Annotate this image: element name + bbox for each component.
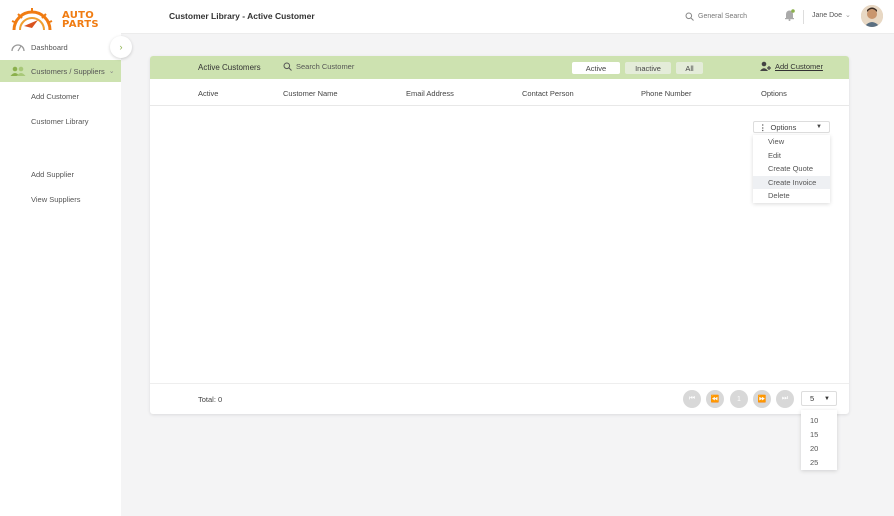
add-customer-label: Add Customer xyxy=(775,62,823,71)
sidebar-item-label: Customers / Suppliers xyxy=(31,66,105,76)
top-header: Customer Library - Active Customer Gener… xyxy=(121,0,894,34)
search-icon xyxy=(283,62,292,71)
column-header-phone[interactable]: Phone Number xyxy=(641,89,691,98)
page-number-button[interactable]: 1 xyxy=(730,390,748,408)
logo-sun-icon xyxy=(11,8,53,31)
last-page-icon: ⏭ xyxy=(781,395,789,402)
page-title: Customer Library - Active Customer xyxy=(169,11,315,21)
toolbar-title: Active Customers xyxy=(198,63,261,72)
menu-item-create-quote[interactable]: Create Quote xyxy=(753,162,830,176)
options-menu: View Edit Create Quote Create Invoice De… xyxy=(753,135,830,203)
sidebar-item-label: Dashboard xyxy=(31,42,68,52)
customer-search-placeholder: Search Customer xyxy=(296,62,355,71)
chevron-down-icon: ▼ xyxy=(816,124,822,130)
chevron-right-icon: › xyxy=(119,42,123,52)
sidebar-subitem-customer-library[interactable]: Customer Library xyxy=(31,117,89,126)
next-page-icon: ⏩ xyxy=(757,396,767,403)
header-divider xyxy=(150,105,849,106)
filter-inactive-button[interactable]: Inactive xyxy=(625,62,671,74)
customer-table-card: Active Customers Search Customer Active … xyxy=(150,56,849,414)
first-page-button[interactable]: ⏮ xyxy=(683,390,701,408)
logo-text: AUTO PARTS xyxy=(62,11,99,30)
menu-item-view[interactable]: View xyxy=(753,135,830,149)
sidebar-toggle-button[interactable]: › xyxy=(110,36,132,58)
column-header-active[interactable]: Active xyxy=(198,89,218,98)
column-header-customer-name[interactable]: Customer Name xyxy=(283,89,338,98)
gauge-icon xyxy=(10,41,26,53)
more-vertical-icon: ⋮ xyxy=(759,122,767,132)
chevron-down-icon: ⌄ xyxy=(108,68,115,75)
page-size-value: 5 xyxy=(810,394,815,403)
chevron-down-icon[interactable]: ⌄ xyxy=(845,11,851,19)
general-search-input[interactable]: General Search xyxy=(685,12,747,21)
table-toolbar: Active Customers Search Customer Active … xyxy=(150,56,849,79)
next-page-button[interactable]: ⏩ xyxy=(753,390,771,408)
options-label: Options xyxy=(770,122,797,132)
add-user-icon xyxy=(760,61,771,71)
avatar[interactable] xyxy=(861,5,883,27)
first-page-icon: ⏮ xyxy=(688,395,696,402)
last-page-button[interactable]: ⏭ xyxy=(776,390,794,408)
options-dropdown-button[interactable]: ⋮ Options ▼ xyxy=(753,121,830,133)
total-count: Total: 0 xyxy=(198,395,223,404)
avatar-image xyxy=(861,5,883,27)
user-name[interactable]: Jane Doe xyxy=(812,12,842,19)
page-size-option[interactable]: 10 xyxy=(801,413,837,427)
column-header-email[interactable]: Email Address xyxy=(406,89,454,98)
prev-page-icon: ⏪ xyxy=(710,396,720,403)
page-size-menu: 10 15 20 25 xyxy=(801,410,837,470)
page-size-select[interactable]: 5 ▼ xyxy=(801,391,837,406)
column-header-contact-person[interactable]: Contact Person xyxy=(522,89,574,98)
column-header-options: Options xyxy=(761,89,787,98)
page-size-option[interactable]: 15 xyxy=(801,427,837,441)
search-icon xyxy=(685,12,694,21)
add-customer-button[interactable]: Add Customer xyxy=(760,61,823,72)
header-divider xyxy=(803,10,804,24)
page-size-option[interactable]: 25 xyxy=(801,455,837,469)
menu-item-create-invoice[interactable]: Create Invoice xyxy=(753,175,830,189)
sidebar-item-dashboard[interactable]: Dashboard xyxy=(0,36,121,58)
bell-icon[interactable] xyxy=(784,9,795,21)
sidebar-item-customers-suppliers[interactable]: Customers / Suppliers ⌄ xyxy=(0,60,121,82)
sidebar-subitem-add-customer[interactable]: Add Customer xyxy=(31,92,79,101)
sidebar-subitem-view-suppliers[interactable]: View Suppliers xyxy=(31,195,80,204)
logo-line-2: PARTS xyxy=(62,19,99,30)
menu-item-delete[interactable]: Delete xyxy=(753,189,830,203)
app-logo[interactable]: AUTO PARTS xyxy=(10,6,110,32)
prev-page-button[interactable]: ⏪ xyxy=(706,390,724,408)
page-size-option[interactable]: 20 xyxy=(801,441,837,455)
footer-divider xyxy=(150,383,849,384)
customer-search-input[interactable]: Search Customer xyxy=(283,62,354,71)
sidebar: AUTO PARTS Dashboard Customers / Supplie… xyxy=(0,0,121,516)
sidebar-subitem-add-supplier[interactable]: Add Supplier xyxy=(31,170,74,179)
filter-all-button[interactable]: All xyxy=(676,62,703,74)
menu-item-edit[interactable]: Edit xyxy=(753,149,830,163)
filter-active-button[interactable]: Active xyxy=(572,62,620,74)
chevron-down-icon: ▼ xyxy=(824,395,830,402)
users-icon xyxy=(10,65,26,77)
general-search-placeholder: General Search xyxy=(698,13,748,20)
